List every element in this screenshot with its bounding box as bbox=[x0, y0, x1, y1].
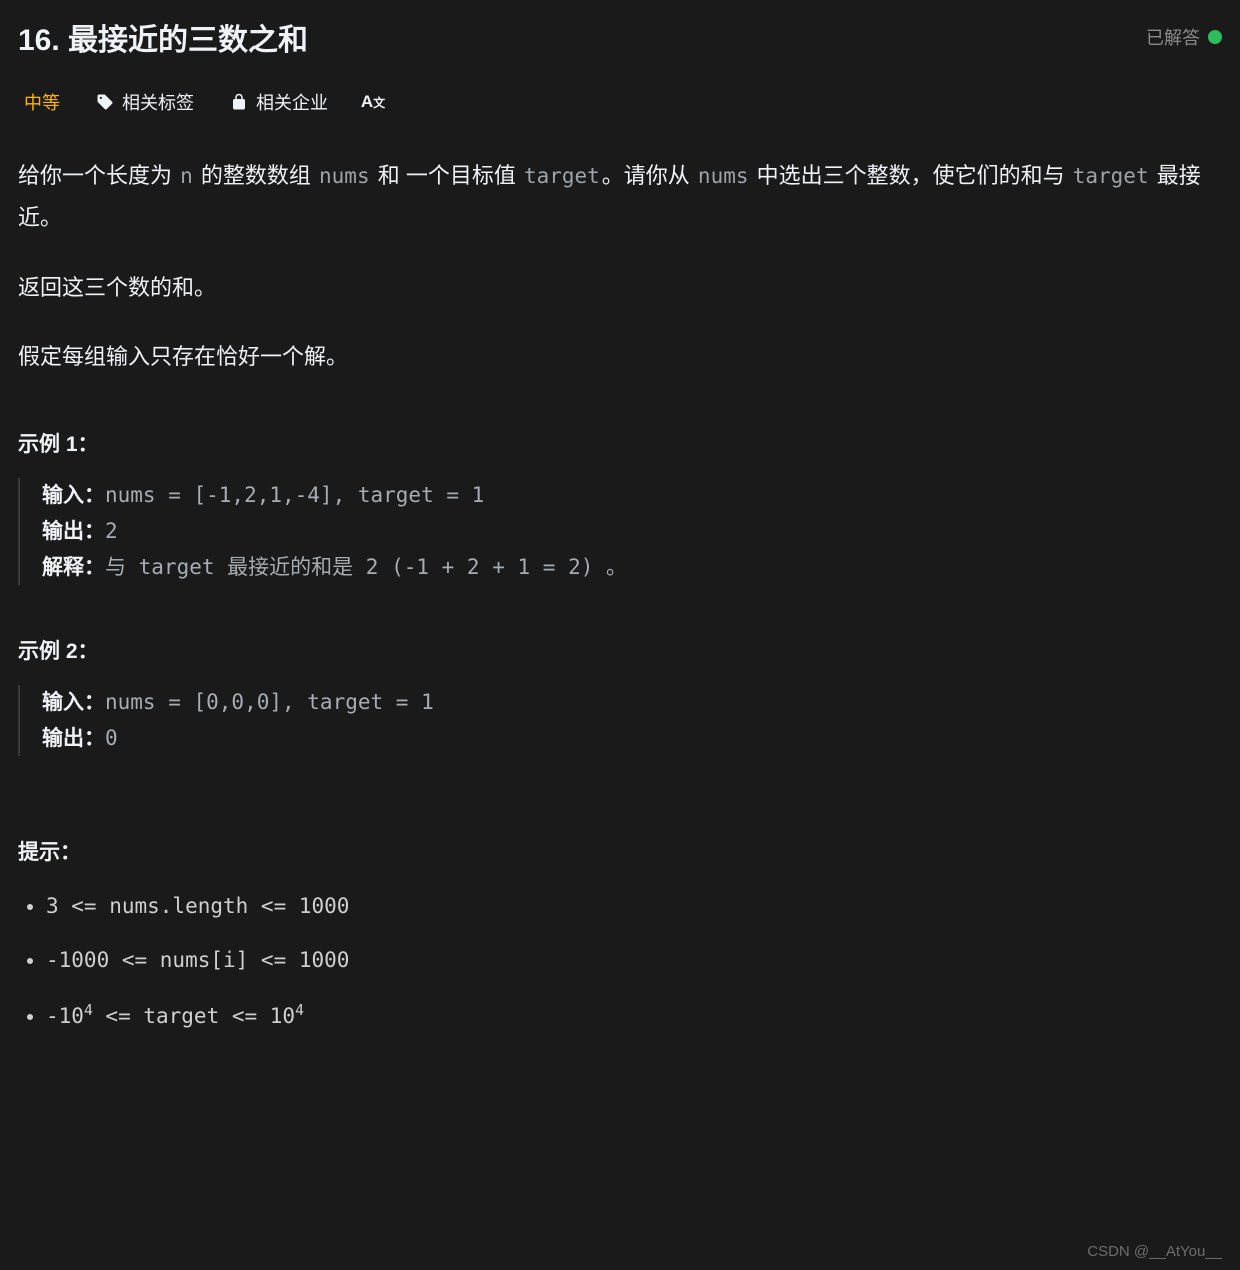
hint-item: 3 <= nums.length <= 1000 bbox=[46, 894, 1222, 918]
explain-value: 与 target 最接近的和是 2 (-1 + 2 + 1 = 2) 。 bbox=[105, 555, 627, 579]
code-target2: target bbox=[1071, 164, 1151, 188]
desc-text: 的整数数组 bbox=[195, 163, 317, 188]
problem-title: 16. 最接近的三数之和 bbox=[18, 15, 308, 59]
tag-icon bbox=[96, 93, 114, 111]
lock-icon bbox=[230, 93, 248, 111]
explain-label: 解释： bbox=[42, 556, 105, 579]
problem-description: 给你一个长度为 n 的整数数组 nums 和 一个目标值 target。请你从 … bbox=[18, 155, 1222, 378]
desc-text: 和 一个目标值 bbox=[372, 163, 522, 188]
solved-status: 已解答 bbox=[1146, 24, 1222, 50]
solved-dot-icon bbox=[1208, 30, 1222, 44]
translate-icon: A文 bbox=[364, 93, 382, 111]
tags-link[interactable]: 相关标签 bbox=[96, 89, 194, 115]
example-title: 示例 2： bbox=[18, 635, 1222, 665]
solved-label: 已解答 bbox=[1146, 24, 1200, 50]
code-nums2: nums bbox=[696, 164, 751, 188]
output-value: 0 bbox=[105, 726, 118, 750]
code-n: n bbox=[178, 164, 195, 188]
hints-title: 提示： bbox=[18, 836, 1222, 866]
desc-p3: 假定每组输入只存在恰好一个解。 bbox=[18, 336, 1222, 378]
desc-text: 中选出三个整数，使它们的和与 bbox=[751, 163, 1071, 188]
input-label: 输入： bbox=[42, 691, 105, 714]
companies-label: 相关企业 bbox=[256, 89, 328, 115]
example-title: 示例 1： bbox=[18, 428, 1222, 458]
hint-item: -1000 <= nums[i] <= 1000 bbox=[46, 948, 1222, 972]
tags-label: 相关标签 bbox=[122, 89, 194, 115]
desc-p2: 返回这三个数的和。 bbox=[18, 267, 1222, 309]
watermark: CSDN @__AtYou__ bbox=[1087, 1243, 1222, 1260]
hint-item: -104 <= target <= 104 bbox=[46, 1002, 1222, 1028]
input-value: nums = [0,0,0], target = 1 bbox=[105, 690, 434, 714]
output-value: 2 bbox=[105, 519, 118, 543]
desc-text: 。请你从 bbox=[602, 163, 696, 188]
input-label: 输入： bbox=[42, 484, 105, 507]
code-nums: nums bbox=[317, 164, 372, 188]
output-label: 输出： bbox=[42, 727, 105, 750]
example-block: 输入：nums = [0,0,0], target = 1输出：0 bbox=[18, 685, 1222, 756]
input-value: nums = [-1,2,1,-4], target = 1 bbox=[105, 483, 484, 507]
hints-list: 3 <= nums.length <= 1000 -1000 <= nums[i]… bbox=[18, 894, 1222, 1028]
desc-text: 给你一个长度为 bbox=[18, 163, 178, 188]
companies-link[interactable]: 相关企业 bbox=[230, 89, 328, 115]
output-label: 输出： bbox=[42, 520, 105, 543]
example-block: 输入：nums = [-1,2,1,-4], target = 1输出：2解释：… bbox=[18, 478, 1222, 585]
translate-button[interactable]: A文 bbox=[364, 93, 382, 111]
code-target: target bbox=[522, 164, 602, 188]
meta-row: 中等 相关标签 相关企业 A文 bbox=[18, 89, 1222, 115]
difficulty-badge: 中等 bbox=[24, 89, 60, 115]
